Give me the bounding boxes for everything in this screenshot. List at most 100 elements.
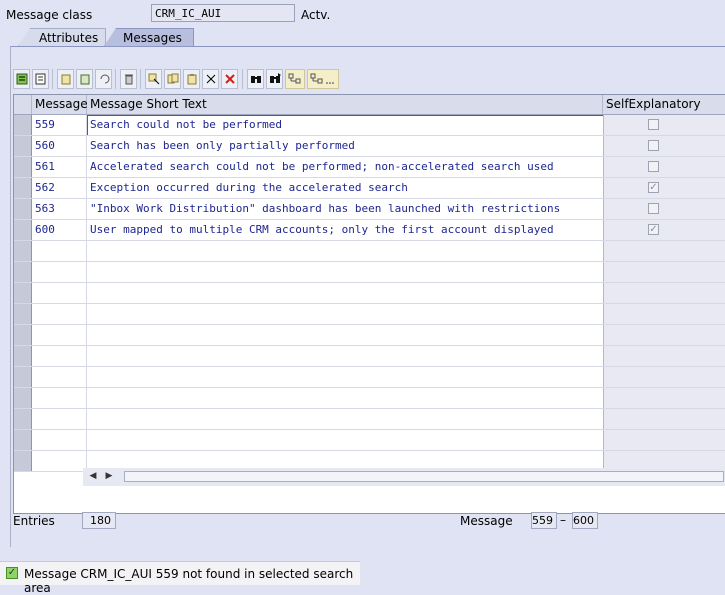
row-selector[interactable]	[14, 346, 32, 366]
table-row[interactable]	[14, 241, 725, 262]
insert-icon[interactable]	[183, 69, 200, 89]
message-short-text[interactable]	[87, 346, 603, 366]
message-number[interactable]	[32, 325, 87, 345]
col-self-explanatory[interactable]: SelfExplanatory	[603, 95, 725, 114]
row-selector[interactable]	[14, 199, 32, 219]
find-next-icon[interactable]	[266, 69, 283, 89]
message-number[interactable]	[32, 262, 87, 282]
message-short-text[interactable]	[87, 409, 603, 429]
message-short-text[interactable]	[87, 367, 603, 387]
message-number[interactable]	[32, 346, 87, 366]
message-number[interactable]: 600	[32, 220, 87, 240]
row-selector[interactable]	[14, 220, 32, 240]
message-to-field[interactable]: 600	[572, 512, 598, 529]
select-all-cell[interactable]	[14, 95, 32, 114]
col-short-text[interactable]: Message Short Text	[87, 95, 603, 114]
table-row[interactable]: 563 "Inbox Work Distribution" dashboard h…	[14, 199, 725, 220]
message-short-text[interactable]	[87, 304, 603, 324]
scroll-left-icon[interactable]: ◀	[87, 470, 99, 483]
message-short-text[interactable]: Exception occurred during the accelerate…	[87, 178, 603, 198]
expand-icon[interactable]	[285, 69, 305, 89]
collapse-icon[interactable]	[307, 69, 339, 89]
select-icon[interactable]	[145, 69, 162, 89]
message-short-text[interactable]	[87, 241, 603, 261]
message-short-text[interactable]	[87, 430, 603, 450]
self-explanatory-checkbox[interactable]	[648, 161, 659, 172]
message-number[interactable]	[32, 367, 87, 387]
message-short-text[interactable]: Search could not be performed	[87, 115, 603, 135]
message-short-text[interactable]	[87, 283, 603, 303]
horizontal-scrollbar[interactable]: ◀ ▶	[83, 468, 725, 486]
message-number[interactable]: 563	[32, 199, 87, 219]
row-selector[interactable]	[14, 451, 32, 471]
delete-row-icon[interactable]	[221, 69, 238, 89]
self-explanatory-checkbox[interactable]	[648, 119, 659, 130]
message-short-text[interactable]: "Inbox Work Distribution" dashboard has …	[87, 199, 603, 219]
message-number[interactable]: 561	[32, 157, 87, 177]
table-row[interactable]	[14, 262, 725, 283]
col-message[interactable]: Message	[32, 95, 88, 114]
self-explanatory-checkbox[interactable]: ✓	[648, 182, 659, 193]
message-number[interactable]	[32, 304, 87, 324]
undo-icon[interactable]	[95, 69, 112, 89]
row-selector[interactable]	[14, 115, 32, 135]
message-short-text[interactable]: User mapped to multiple CRM accounts; on…	[87, 220, 603, 240]
table-row[interactable]: 560 Search has been only partially perfor…	[14, 136, 725, 157]
table-row[interactable]	[14, 367, 725, 388]
paste-icon[interactable]	[76, 69, 93, 89]
message-number[interactable]	[32, 283, 87, 303]
scroll-thumb[interactable]	[124, 471, 724, 482]
message-number[interactable]	[32, 241, 87, 261]
message-short-text[interactable]	[87, 388, 603, 408]
self-explanatory-checkbox[interactable]	[648, 140, 659, 151]
display-icon[interactable]	[32, 69, 49, 89]
copy-icon[interactable]	[57, 69, 74, 89]
message-number[interactable]: 560	[32, 136, 87, 156]
row-selector[interactable]	[14, 241, 32, 261]
message-short-text[interactable]: Accelerated search could not be performe…	[87, 157, 603, 177]
table-row[interactable]: 561 Accelerated search could not be perfo…	[14, 157, 725, 178]
table-row[interactable]	[14, 325, 725, 346]
row-selector[interactable]	[14, 430, 32, 450]
message-short-text[interactable]	[87, 262, 603, 282]
cut-icon[interactable]	[202, 69, 219, 89]
row-selector[interactable]	[14, 409, 32, 429]
message-from-field[interactable]: 559	[531, 512, 557, 529]
table-row[interactable]: 559 Search could not be performed	[14, 115, 725, 136]
row-selector[interactable]	[14, 136, 32, 156]
message-number[interactable]: 559	[32, 115, 87, 135]
table-row[interactable]	[14, 283, 725, 304]
message-short-text[interactable]	[87, 325, 603, 345]
row-selector[interactable]	[14, 262, 32, 282]
table-row[interactable]: 562 Exception occurred during the acceler…	[14, 178, 725, 199]
row-selector[interactable]	[14, 367, 32, 387]
row-selector[interactable]	[14, 178, 32, 198]
row-selector[interactable]	[14, 388, 32, 408]
message-number[interactable]: 562	[32, 178, 87, 198]
message-number[interactable]	[32, 409, 87, 429]
details-icon[interactable]	[13, 69, 30, 89]
row-selector[interactable]	[14, 157, 32, 177]
message-number[interactable]	[32, 451, 87, 471]
row-selector[interactable]	[14, 325, 32, 345]
tab-messages[interactable]: Messages	[104, 28, 194, 46]
message-number[interactable]	[32, 388, 87, 408]
row-selector[interactable]	[14, 304, 32, 324]
table-row[interactable]	[14, 346, 725, 367]
message-class-field[interactable]: CRM_IC_AUI	[151, 4, 295, 22]
row-selector[interactable]	[14, 283, 32, 303]
find-icon[interactable]	[247, 69, 264, 89]
table-row[interactable]: 600 User mapped to multiple CRM accounts;…	[14, 220, 725, 241]
table-row[interactable]	[14, 409, 725, 430]
copy-rows-icon[interactable]	[164, 69, 181, 89]
table-row[interactable]	[14, 304, 725, 325]
table-row[interactable]	[14, 430, 725, 451]
table-row[interactable]	[14, 388, 725, 409]
delete-icon[interactable]	[120, 69, 137, 89]
message-short-text[interactable]: Search has been only partially performed	[87, 136, 603, 156]
tab-attributes[interactable]: Attributes	[18, 28, 106, 46]
self-explanatory-checkbox[interactable]: ✓	[648, 224, 659, 235]
self-explanatory-checkbox[interactable]	[648, 203, 659, 214]
scroll-right-icon[interactable]: ▶	[103, 470, 115, 483]
message-number[interactable]	[32, 430, 87, 450]
